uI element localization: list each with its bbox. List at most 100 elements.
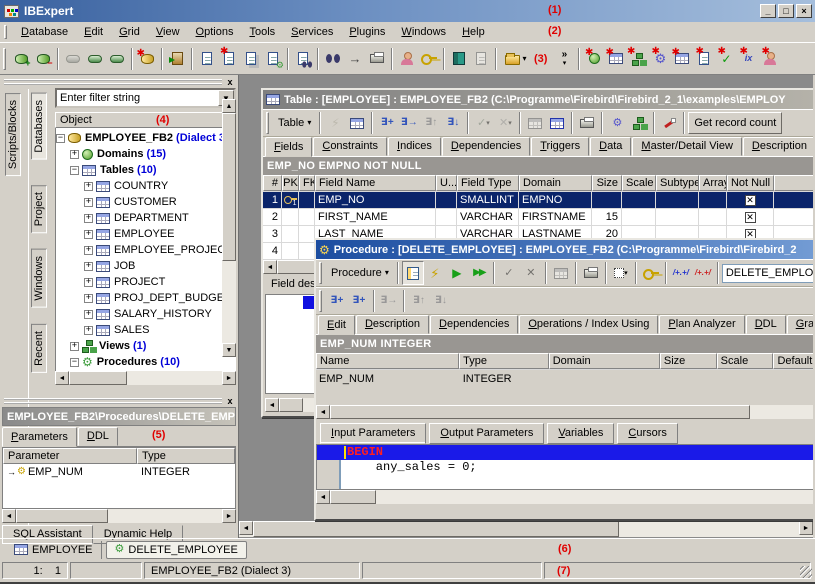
expander-icon[interactable]: + [84,262,93,271]
column-header[interactable]: Type [459,353,549,369]
scroll-left-icon[interactable]: ◄ [263,260,277,274]
window-tab-delete-employee[interactable]: ⚙ DELETE_EMPLOYEE [106,541,247,559]
scroll-right-icon[interactable]: ► [799,521,813,535]
compile-button[interactable]: ⚡ [424,261,446,285]
column-header[interactable]: Array [699,175,727,191]
tab-databases[interactable]: Databases [31,93,47,160]
scrollbar-thumb[interactable] [277,260,319,274]
parameter-row-emp-num[interactable]: EMP_NUM INTEGER [316,370,813,387]
tab-field-description[interactable]: Field description [265,276,317,292]
tree-item-customer[interactable]: +CUSTOMER [56,194,236,210]
scrollbar-thumb[interactable] [16,509,108,523]
tree-item-job[interactable]: +JOB [56,258,236,274]
menu-view[interactable]: View [148,24,188,40]
menu-database[interactable]: Database [13,24,76,40]
scrollbar-thumb[interactable] [69,371,127,385]
expander-icon[interactable]: + [84,310,93,319]
column-header[interactable]: Size [592,175,622,191]
expander-icon[interactable]: + [84,326,93,335]
assistant-close-icon[interactable]: x [224,396,236,407]
expander-icon[interactable]: + [84,198,93,207]
expander-icon[interactable]: + [84,214,93,223]
column-header[interactable]: Field Name [315,175,436,191]
expander-icon[interactable]: + [84,246,93,255]
run-with-debugger-button[interactable]: ▶▶ [468,261,490,285]
tab-grants[interactable]: Grants [787,315,813,334]
toolbar-overflow-chevron[interactable]: » ▾ [553,47,575,71]
drop-parameter-button[interactable]: ∃→ [378,289,400,313]
scrollbar-thumb[interactable] [279,398,303,412]
column-header[interactable]: Size [660,353,717,369]
open-file-button[interactable]: ▾ [500,47,532,71]
rollback-button[interactable]: ✕▾ [494,111,516,135]
expander-icon[interactable]: + [70,150,79,159]
new-exception-button[interactable]: ✓✱ [715,47,737,71]
column-header-type[interactable]: Type [137,448,235,464]
tab-ddl[interactable]: DDL [78,427,118,446]
toolbar-grip[interactable] [266,112,269,134]
object-column-header[interactable]: Object (4) [55,112,236,128]
tab-parameters[interactable]: Parameters [2,427,77,447]
new-view-button[interactable]: ✱ [627,47,649,71]
toolbar-grip[interactable] [319,290,322,312]
checkbox-checked-icon[interactable]: ✕ [745,212,756,223]
tab-fields[interactable]: Fields [265,137,312,157]
menu-options[interactable]: Options [188,24,242,40]
menu-help[interactable]: Help [454,24,493,40]
column-header[interactable]: Field Type [457,175,519,191]
rollback-button[interactable]: ✕ [520,261,542,285]
procedures-from-table-button[interactable]: ⚙ [606,111,628,135]
scroll-down-icon[interactable]: ▼ [222,343,236,357]
expander-icon[interactable]: − [70,166,79,175]
code-line-begin[interactable]: BEGIN [317,445,813,460]
tab-dependencies[interactable]: Dependencies [442,137,530,156]
menu-services[interactable]: Services [283,24,341,40]
tree-item-tables[interactable]: − Tables (10) [56,162,236,178]
tree-horizontal-scrollbar[interactable]: ◄ ► [55,371,236,385]
filter-combobox[interactable]: Enter filter string ▼ [55,88,236,108]
tab-master-detail[interactable]: Master/Detail View [632,137,742,156]
column-header[interactable]: Scale [717,353,774,369]
procedure-menu-button[interactable]: Procedure ▾ [326,262,394,284]
tree-item-salary-history[interactable]: +SALARY_HISTORY [56,306,236,322]
explorer-panel-grip[interactable]: x [2,76,236,88]
document-options-button[interactable]: ⚙ [262,47,284,71]
minimize-button[interactable]: _ [760,4,776,18]
script-executive-button[interactable] [470,47,492,71]
tab-ddl[interactable]: DDL [746,315,786,334]
convert-to-script-button[interactable]: ▾ [610,261,632,285]
column-header[interactable]: Not Null [727,175,774,191]
tab-indices[interactable]: Indices [388,137,441,156]
tab-recent[interactable]: Recent [31,324,47,373]
print-button[interactable] [576,111,598,135]
dependencies-viewer-button[interactable] [628,111,650,135]
add-field-button[interactable]: ∃+ [376,111,398,135]
menu-edit[interactable]: Edit [76,24,111,40]
close-button[interactable]: × [796,4,812,18]
expander-icon[interactable]: + [84,294,93,303]
new-trigger-button[interactable]: ✱ [671,47,693,71]
tab-scripts-blocks[interactable]: Scripts/Blocks [5,93,21,176]
column-header[interactable]: Scale [622,175,656,191]
new-index-button[interactable]: ix✱ [737,47,759,71]
run-button[interactable]: ▶ [446,261,468,285]
tab-triggers[interactable]: Triggers [531,137,589,156]
connect-database-button[interactable] [62,47,84,71]
expander-icon[interactable]: − [70,358,79,367]
table-menu-button[interactable]: Table ▾ [273,112,316,134]
new-table-button[interactable]: ✱ [605,47,627,71]
expander-icon[interactable]: + [84,182,93,191]
exit-button[interactable] [166,47,188,71]
tree-item-project[interactable]: +PROJECT [56,274,236,290]
form-view-button[interactable] [546,111,568,135]
expander-icon[interactable]: + [70,342,79,351]
scrollbar-thumb[interactable] [330,405,750,419]
menu-tools[interactable]: Tools [241,24,283,40]
column-header[interactable]: Default S [773,353,813,369]
tree-item-domains[interactable]: + Domains (15) [56,146,236,162]
user-manager-button[interactable] [396,47,418,71]
new-document-button[interactable]: ✱ [218,47,240,71]
toolbar-grip[interactable] [3,48,6,70]
tree-item-procedures[interactable]: − ⚙ Procedures (10) [56,354,236,370]
new-procedure-button[interactable]: ⚙✱ [649,47,671,71]
